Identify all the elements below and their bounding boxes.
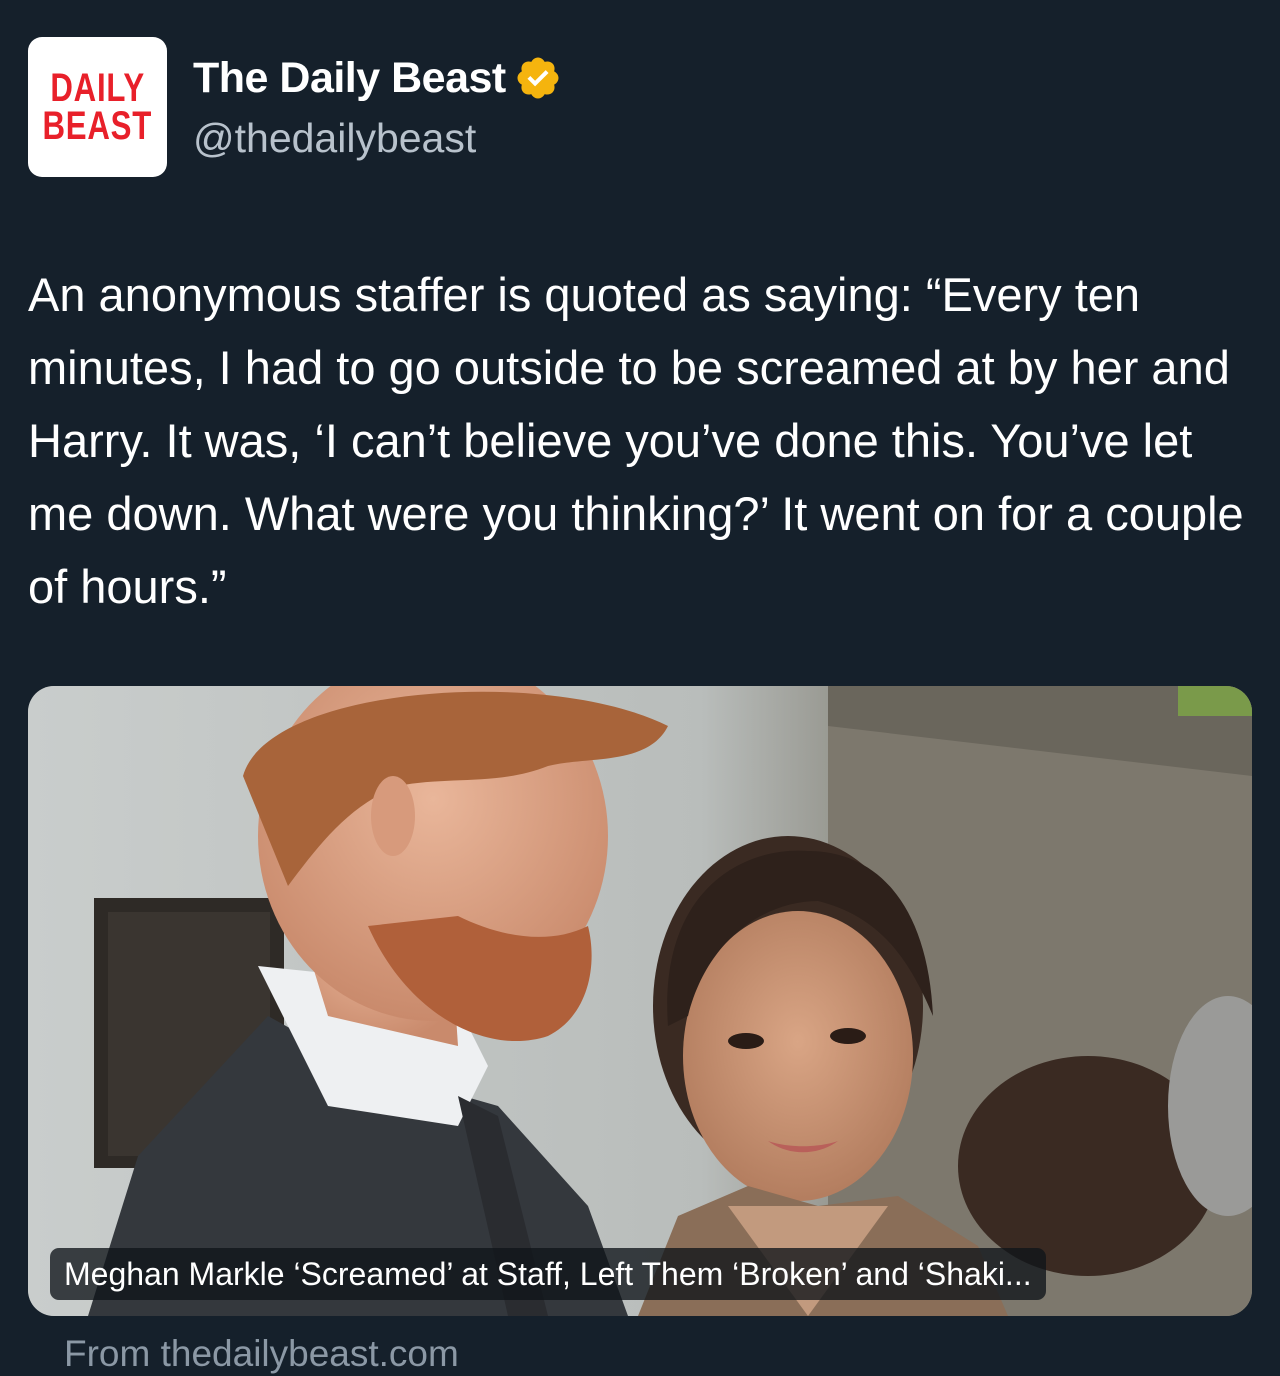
card-photo [28, 686, 1252, 1316]
logo-word-daily: DAILY [50, 66, 145, 110]
link-card-headline[interactable]: Meghan Markle ‘Screamed’ at Staff, Left … [50, 1248, 1046, 1300]
verified-badge-icon [517, 57, 559, 99]
account-name-row: The Daily Beast [193, 52, 562, 104]
link-source[interactable]: From thedailybeast.com [64, 1332, 459, 1376]
display-name[interactable]: The Daily Beast [193, 52, 506, 104]
logo-word-beast: BEAST [42, 104, 153, 148]
tweet-text: An anonymous staffer is quoted as saying… [28, 268, 1244, 613]
link-card[interactable]: Meghan Markle ‘Screamed’ at Staff, Left … [28, 686, 1252, 1316]
account-avatar[interactable]: DAILY BEAST [28, 37, 167, 177]
account-handle[interactable]: @thedailybeast [193, 112, 476, 164]
